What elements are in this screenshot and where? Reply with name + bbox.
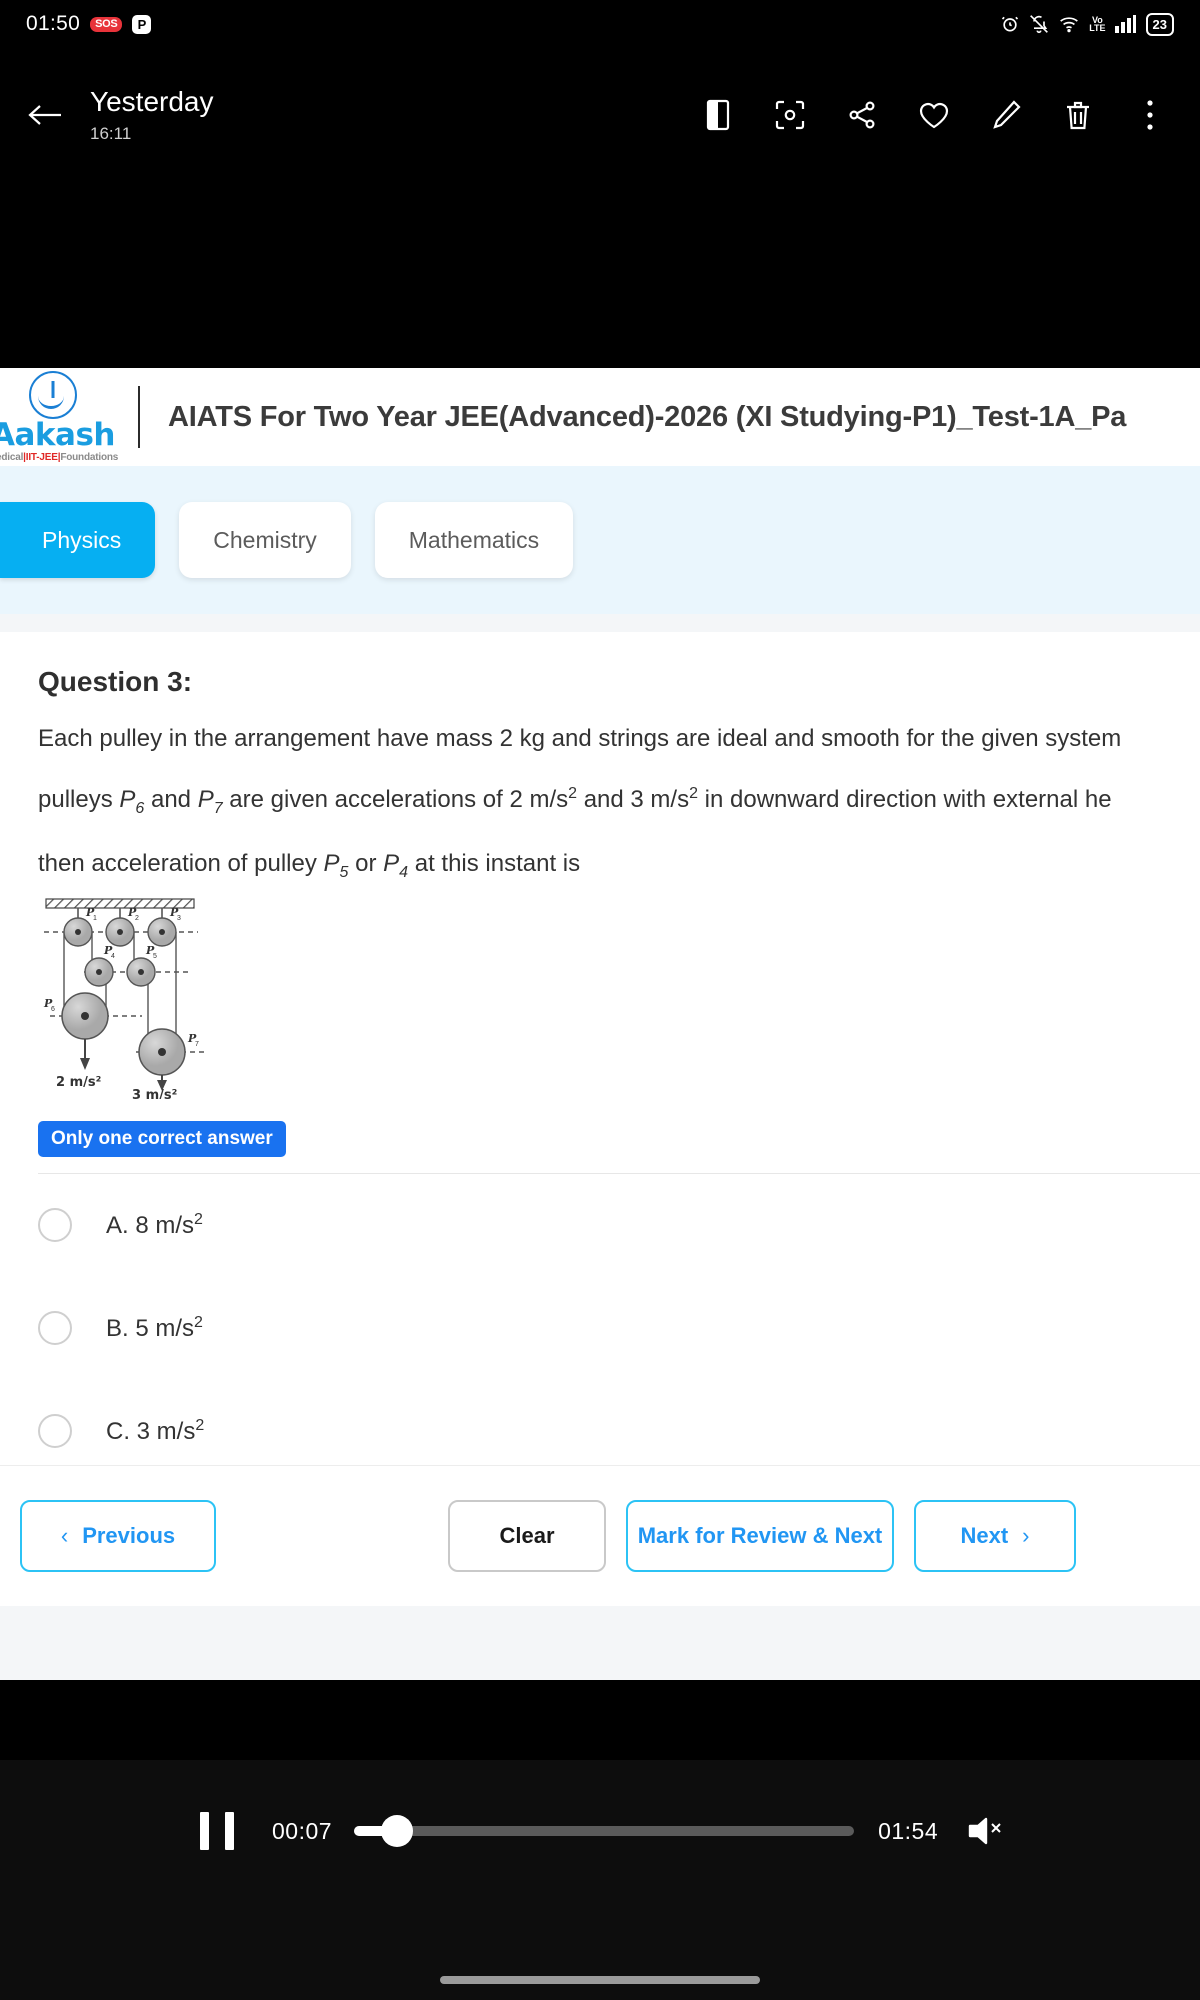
elapsed-time: 00:07	[272, 1817, 333, 1844]
svg-text:7: 7	[195, 1041, 199, 1048]
question-text-line-1: Each pulley in the arrangement have mass…	[38, 718, 1200, 759]
figure-accel-left: 2 m/s²	[56, 1075, 101, 1090]
edit-pencil-icon[interactable]	[970, 79, 1042, 151]
toolbar-titles: Yesterday 16:11	[90, 84, 214, 146]
alarm-icon	[1000, 14, 1020, 34]
wifi-icon	[1058, 14, 1080, 34]
tab-chemistry[interactable]: Chemistry	[179, 502, 351, 578]
aakash-wordmark: Aakash	[0, 416, 115, 453]
previous-button[interactable]: ‹ Previous	[20, 1500, 216, 1572]
question-text-line-2: pulleys P6 and P7 are given acceleration…	[38, 785, 1112, 818]
phone-screen: 01:50 SOS P Vo LTE 23 Yesterday 16:11 Aa…	[0, 0, 1200, 2000]
option-a-label: A. 8 m/s2	[106, 1210, 203, 1239]
clear-button-label: Clear	[499, 1523, 555, 1548]
mark-for-review-next-label: Mark for Review & Next	[637, 1523, 883, 1548]
previous-button-label: Previous	[82, 1523, 176, 1548]
tagline-iitjee: IIT-JEE	[25, 452, 58, 464]
question-body: Question 3: Each pulley in the arrangeme…	[0, 614, 1200, 1483]
aakash-mark-icon	[29, 370, 77, 419]
bell-off-icon	[1029, 14, 1049, 34]
photo-time-subtitle: 16:11	[90, 124, 132, 144]
question-top-strip	[0, 614, 1200, 632]
status-bar: 01:50 SOS P Vo LTE 23	[0, 0, 1200, 48]
question-number: Question 3:	[38, 666, 193, 697]
aakash-logo: Aakash Medical|IIT-JEE|Foundations	[0, 370, 128, 463]
toolbar-actions	[682, 79, 1200, 151]
next-button-label: Next	[960, 1523, 1009, 1548]
chevron-right-icon: ›	[1022, 1523, 1030, 1548]
tab-physics-label: Physics	[42, 526, 122, 553]
exam-header: Aakash Medical|IIT-JEE|Foundations AIATS…	[0, 368, 1200, 466]
svg-text:4: 4	[111, 953, 115, 960]
chevron-left-icon: ‹	[60, 1523, 69, 1548]
figure-accel-right: 3 m/s²	[132, 1088, 177, 1099]
sos-badge: SOS	[90, 16, 123, 32]
pulley-system-diagram: P1 P2 P3 P4 P5 P6 P7 2 m/s² 3 m/s²	[38, 894, 338, 1103]
option-b-label: B. 5 m/s2	[106, 1313, 203, 1342]
tagline-foundations: Foundations	[60, 452, 119, 464]
delete-trash-icon[interactable]	[1042, 79, 1114, 151]
tab-physics[interactable]: Physics	[0, 502, 156, 578]
tab-chemistry-label: Chemistry	[213, 526, 317, 553]
radio-option-a[interactable]	[38, 1208, 72, 1243]
svg-text:6: 6	[51, 1006, 55, 1013]
svg-text:2: 2	[135, 915, 139, 922]
duration-time: 01:54	[878, 1817, 939, 1844]
status-bar-left: 01:50 SOS P	[26, 12, 152, 36]
battery-icon: 23	[1145, 12, 1174, 36]
tab-mathematics-label: Mathematics	[408, 526, 540, 553]
question-nav-bar: ‹ Previous Clear Mark for Review & Next …	[0, 1465, 1200, 1606]
mark-for-review-next-button[interactable]: Mark for Review & Next	[626, 1500, 894, 1572]
gallery-toolbar: Yesterday 16:11	[0, 60, 1200, 170]
tagline-medical: Medical	[0, 452, 24, 464]
status-bar-right: Vo LTE 23	[1000, 12, 1174, 36]
option-a[interactable]: A. 8 m/s2	[38, 1174, 1200, 1277]
player-row: 00:07 01:54	[0, 1796, 1200, 1866]
volume-mute-icon[interactable]	[964, 1814, 1004, 1848]
option-b[interactable]: B. 5 m/s2	[38, 1277, 1200, 1380]
back-arrow-icon[interactable]	[0, 99, 90, 131]
aakash-tagline: Medical|IIT-JEE|Foundations	[0, 452, 118, 463]
page-bottom-strip	[0, 1606, 1200, 1680]
only-one-correct-answer-badge: Only one correct answer	[38, 1120, 286, 1157]
pause-icon[interactable]	[200, 1812, 234, 1850]
battery-level-label: 23	[1152, 16, 1167, 32]
share-icon[interactable]	[826, 79, 898, 151]
photo-date-title: Yesterday	[90, 86, 214, 118]
radio-option-c[interactable]	[38, 1414, 72, 1449]
radio-option-b[interactable]	[38, 1311, 72, 1346]
lens-scan-icon[interactable]	[754, 79, 826, 151]
clear-button[interactable]: Clear	[448, 1500, 606, 1572]
header-divider	[138, 386, 140, 448]
test-title: AIATS For Two Year JEE(Advanced)-2026 (X…	[168, 400, 1127, 433]
status-clock: 01:50	[26, 12, 81, 35]
progress-knob[interactable]	[381, 1815, 414, 1847]
next-button[interactable]: Next ›	[914, 1500, 1076, 1572]
option-c-label: C. 3 m/s2	[106, 1416, 205, 1445]
signal-icon	[1114, 15, 1137, 33]
question-text-line-3: then acceleration of pulley P5 or P4 at …	[38, 849, 581, 881]
more-options-icon[interactable]	[1114, 79, 1186, 151]
question-line-1-text: Each pulley in the arrangement have mass…	[38, 725, 1122, 752]
exam-screenshot-content: Aakash Medical|IIT-JEE|Foundations AIATS…	[0, 368, 1200, 1606]
tab-mathematics[interactable]: Mathematics	[374, 502, 574, 578]
home-indicator	[440, 1976, 760, 1984]
parking-badge: P	[132, 14, 152, 34]
svg-text:1: 1	[93, 915, 97, 922]
subject-tabs: Physics Chemistry Mathematics	[0, 466, 1200, 614]
video-player-controls: 00:07 01:54	[0, 1760, 1200, 2000]
progress-slider[interactable]	[354, 1815, 855, 1847]
split-view-icon[interactable]	[682, 79, 754, 151]
volte-icon: Vo LTE	[1089, 15, 1106, 33]
svg-text:5: 5	[153, 953, 157, 960]
favorite-heart-icon[interactable]	[898, 79, 970, 151]
svg-text:3: 3	[177, 915, 181, 922]
